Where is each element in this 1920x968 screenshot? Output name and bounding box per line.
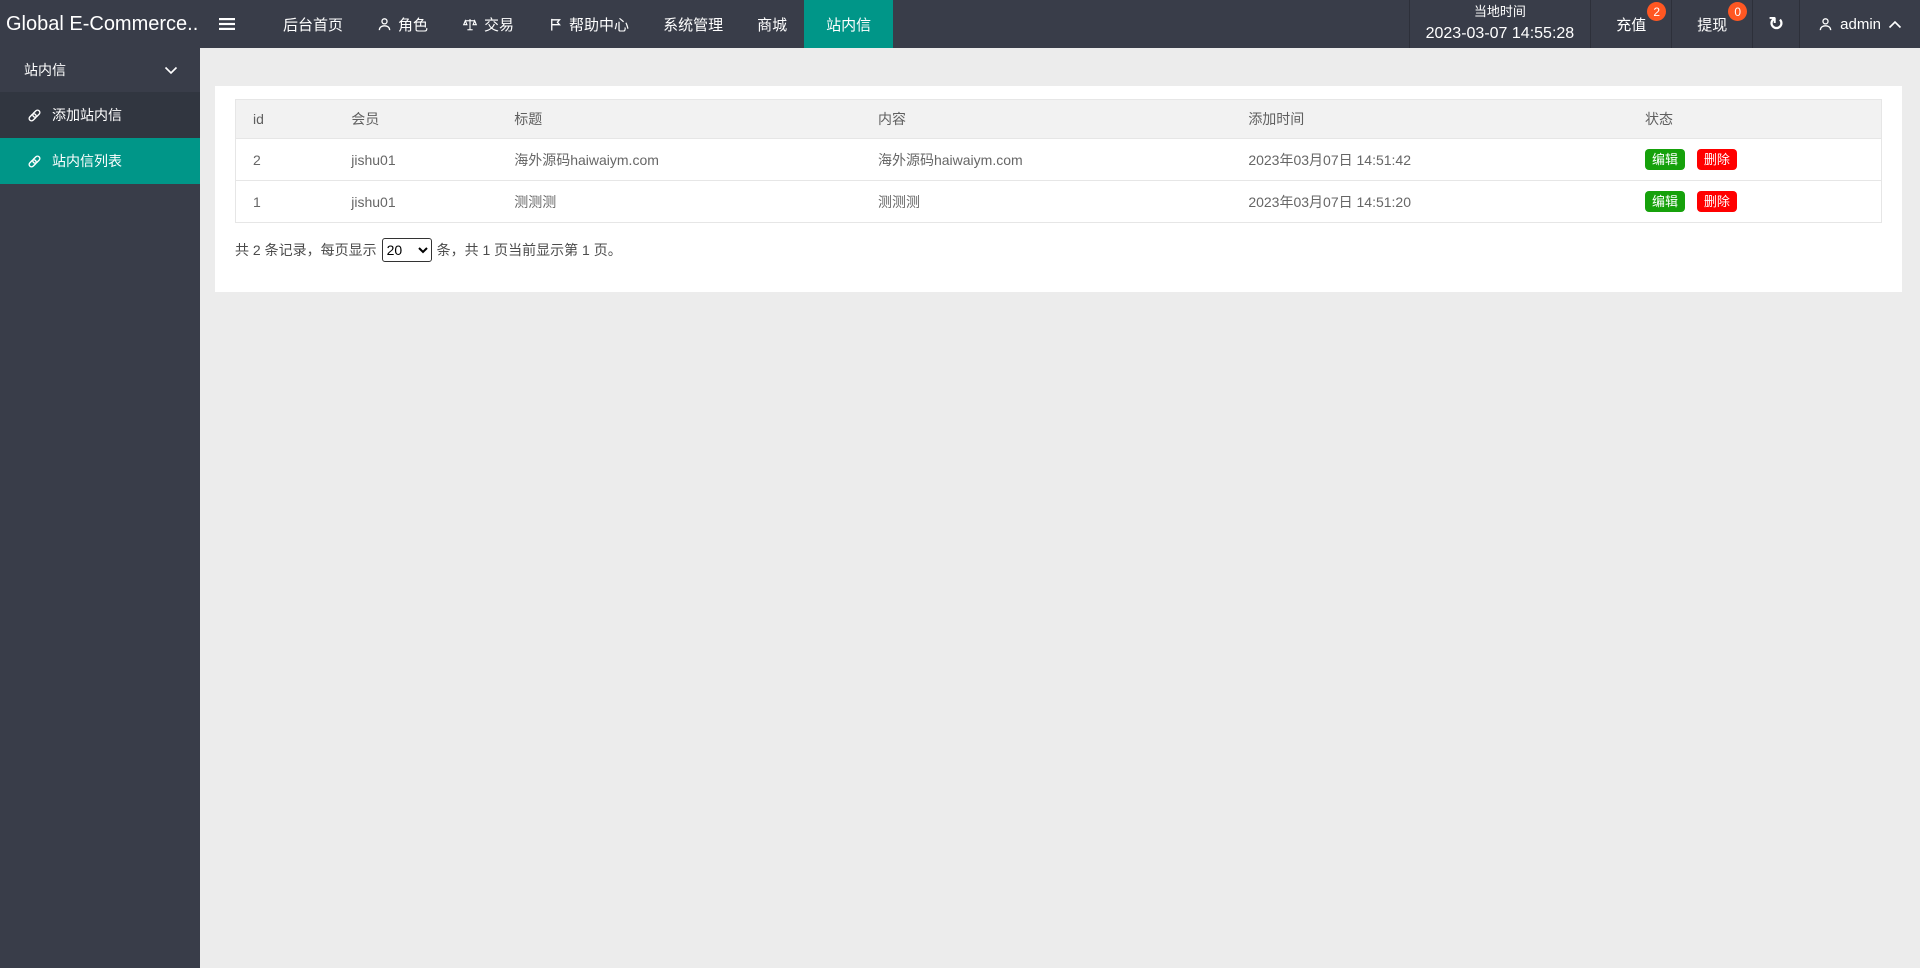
local-time-label: 当地时间 — [1474, 3, 1526, 22]
local-time-value: 2023-03-07 14:55:28 — [1426, 22, 1575, 45]
nav-item-help-center[interactable]: 帮助中心 — [531, 0, 646, 48]
cell-id: 1 — [236, 181, 335, 223]
column-header-content: 内容 — [861, 100, 1231, 139]
sidebar: 站内信 添加站内信 站内信列表 — [0, 48, 200, 968]
column-header-member: 会员 — [334, 100, 497, 139]
person-icon — [377, 17, 392, 32]
scales-icon — [462, 17, 478, 32]
username: admin — [1840, 16, 1881, 33]
main-content: id 会员 标题 内容 添加时间 状态 2 jishu01 海外源码haiwai… — [200, 0, 1920, 968]
cell-content: 测测测 — [861, 181, 1231, 223]
message-list-card: id 会员 标题 内容 添加时间 状态 2 jishu01 海外源码haiwai… — [215, 86, 1902, 292]
cell-member: jishu01 — [334, 181, 497, 223]
column-header-title: 标题 — [497, 100, 861, 139]
pagination-prefix: 共 2 条记录，每页显示 — [235, 240, 377, 260]
column-header-time: 添加时间 — [1231, 100, 1628, 139]
cell-actions: 编辑 删除 — [1628, 139, 1882, 181]
cell-id: 2 — [236, 139, 335, 181]
link-icon — [27, 154, 42, 169]
cell-title: 海外源码haiwaiym.com — [497, 139, 861, 181]
delete-button[interactable]: 删除 — [1697, 149, 1737, 170]
person-icon — [1818, 17, 1833, 32]
column-header-id: id — [236, 100, 335, 139]
hamburger-icon — [218, 16, 236, 32]
nav-item-system[interactable]: 系统管理 — [646, 0, 740, 48]
table-row: 1 jishu01 测测测 测测测 2023年03月07日 14:51:20 编… — [236, 181, 1882, 223]
sidebar-group-messages[interactable]: 站内信 — [0, 48, 200, 92]
nav-item-label: 后台首页 — [283, 14, 343, 35]
nav-item-label: 商城 — [757, 14, 787, 35]
nav-item-mall[interactable]: 商城 — [740, 0, 804, 48]
delete-button[interactable]: 删除 — [1697, 191, 1737, 212]
sidebar-toggle-button[interactable] — [200, 0, 254, 48]
withdraw-badge: 0 — [1728, 2, 1747, 21]
edit-button[interactable]: 编辑 — [1645, 149, 1685, 170]
pagination-suffix: 条，共 1 页当前显示第 1 页。 — [437, 240, 622, 260]
cell-actions: 编辑 删除 — [1628, 181, 1882, 223]
sidebar-item-label: 添加站内信 — [52, 105, 122, 125]
top-right-section: 当地时间 2023-03-07 14:55:28 充值 2 提现 0 ↻ adm… — [1409, 0, 1920, 48]
cell-content: 海外源码haiwaiym.com — [861, 139, 1231, 181]
table-row: 2 jishu01 海外源码haiwaiym.com 海外源码haiwaiym.… — [236, 139, 1882, 181]
recharge-button[interactable]: 充值 2 — [1590, 0, 1671, 48]
cell-time: 2023年03月07日 14:51:20 — [1231, 181, 1628, 223]
nav-item-label: 系统管理 — [663, 14, 723, 35]
chevron-down-icon — [164, 66, 178, 75]
page-size-select[interactable]: 20 — [382, 238, 432, 262]
local-time: 当地时间 2023-03-07 14:55:28 — [1409, 0, 1591, 48]
app-logo: Global E-Commerce... — [0, 0, 200, 48]
recharge-badge: 2 — [1647, 2, 1666, 21]
cell-title: 测测测 — [497, 181, 861, 223]
nav-item-transactions[interactable]: 交易 — [445, 0, 531, 48]
withdraw-label: 提现 — [1697, 14, 1727, 35]
recharge-label: 充值 — [1616, 14, 1646, 35]
nav-item-roles[interactable]: 角色 — [360, 0, 445, 48]
link-icon — [27, 108, 42, 123]
pagination-bar: 共 2 条记录，每页显示 20 条，共 1 页当前显示第 1 页。 — [235, 238, 1882, 262]
flag-icon — [548, 17, 563, 32]
nav-item-messages[interactable]: 站内信 — [804, 0, 893, 48]
top-header: Global E-Commerce... 后台首页 角色 交易 — [0, 0, 1920, 48]
nav-item-label: 站内信 — [826, 14, 871, 35]
refresh-icon: ↻ — [1768, 13, 1784, 36]
nav-item-label: 帮助中心 — [569, 14, 629, 35]
column-header-status: 状态 — [1628, 100, 1882, 139]
withdraw-button[interactable]: 提现 0 — [1671, 0, 1752, 48]
cell-time: 2023年03月07日 14:51:42 — [1231, 139, 1628, 181]
sidebar-item-add-message[interactable]: 添加站内信 — [0, 92, 200, 138]
nav-item-dashboard[interactable]: 后台首页 — [266, 0, 360, 48]
chevron-up-icon — [1888, 20, 1902, 29]
cell-member: jishu01 — [334, 139, 497, 181]
refresh-button[interactable]: ↻ — [1752, 0, 1799, 48]
edit-button[interactable]: 编辑 — [1645, 191, 1685, 212]
table-header-row: id 会员 标题 内容 添加时间 状态 — [236, 100, 1882, 139]
top-nav: 后台首页 角色 交易 帮助中心 系统管理 商城 站内信 — [266, 0, 893, 48]
message-table: id 会员 标题 内容 添加时间 状态 2 jishu01 海外源码haiwai… — [235, 99, 1882, 223]
sidebar-item-message-list[interactable]: 站内信列表 — [0, 138, 200, 184]
sidebar-item-label: 站内信列表 — [52, 151, 122, 171]
user-menu[interactable]: admin — [1799, 0, 1920, 48]
nav-item-label: 交易 — [484, 14, 514, 35]
sidebar-group-label: 站内信 — [24, 60, 66, 80]
nav-item-label: 角色 — [398, 14, 428, 35]
